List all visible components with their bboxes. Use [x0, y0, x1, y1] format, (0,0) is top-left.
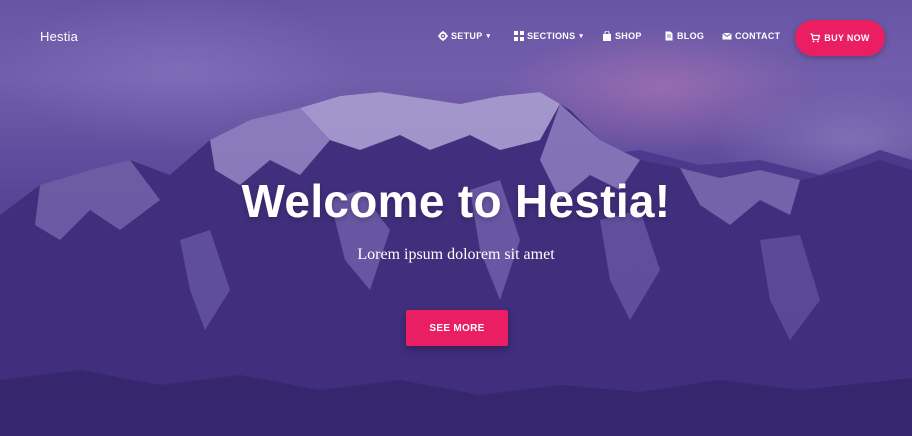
envelope-icon: [722, 32, 732, 40]
caret-down-icon: ▾: [486, 33, 491, 40]
nav-item-label: SETUP: [451, 31, 483, 41]
nav-item-label: SECTIONS: [527, 31, 576, 41]
nav-item-sections[interactable]: SECTIONS ▾: [514, 31, 583, 41]
nav-item-label: CONTACT: [735, 31, 781, 41]
top-navbar: Hestia SETUP ▾ SECTIONS ▾ SHOP BLOG CONT…: [0, 0, 912, 76]
nav-item-contact[interactable]: CONTACT: [722, 31, 780, 41]
hero-section: Hestia SETUP ▾ SECTIONS ▾ SHOP BLOG CONT…: [0, 0, 912, 436]
buy-now-label: BUY NOW: [824, 33, 870, 43]
hero-title: Welcome to Hestia!: [241, 175, 671, 227]
nav-item-setup[interactable]: SETUP ▾: [438, 31, 490, 41]
document-icon: [665, 31, 673, 41]
hero-subtitle: Lorem ipsum dolorem sit amet: [357, 246, 555, 263]
buy-now-button[interactable]: BUY NOW: [795, 20, 885, 56]
grid-icon: [514, 31, 524, 41]
nav-item-blog[interactable]: BLOG: [664, 31, 704, 41]
gear-icon: [438, 31, 448, 41]
nav-item-label: BLOG: [677, 31, 705, 41]
caret-down-icon: ▾: [579, 33, 584, 40]
nav-item-shop[interactable]: SHOP: [602, 31, 642, 41]
bag-icon: [603, 31, 611, 41]
brand-logo[interactable]: Hestia: [40, 29, 78, 44]
see-more-button[interactable]: SEE MORE: [406, 310, 508, 346]
cart-icon: [810, 33, 821, 43]
nav-item-label: SHOP: [615, 31, 642, 41]
